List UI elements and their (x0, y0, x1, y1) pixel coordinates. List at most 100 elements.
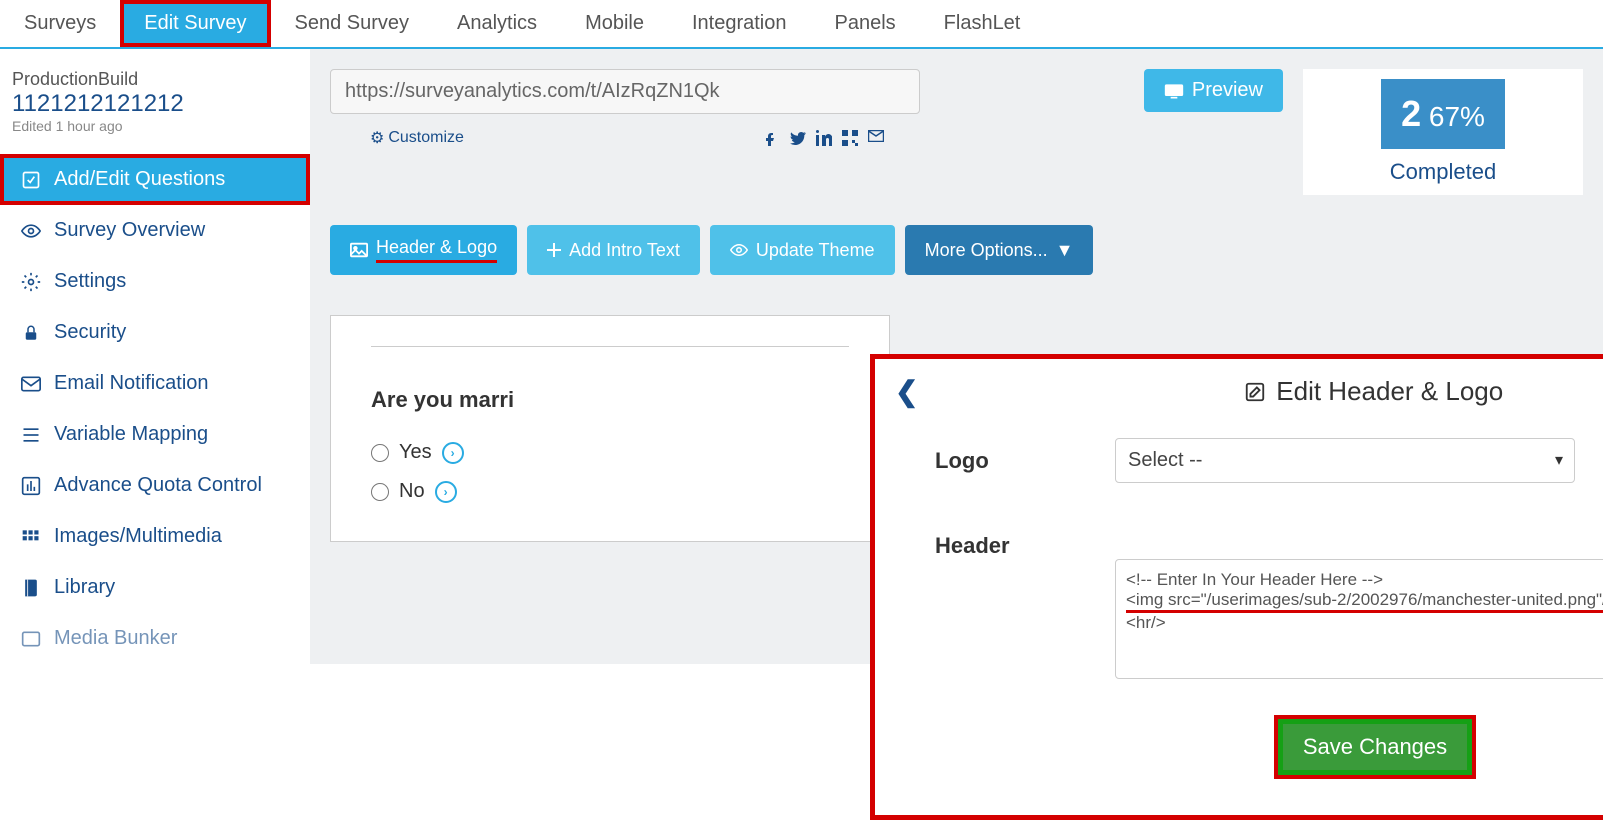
header-logo-button[interactable]: Header & Logo (330, 225, 517, 275)
sidebar-item-images-multimedia[interactable]: Images/Multimedia (0, 511, 310, 562)
more-options-label: More Options... (925, 240, 1048, 261)
survey-url-field[interactable]: https://surveyanalytics.com/t/AIzRqZN1Qk (330, 69, 920, 114)
sidebar-item-label: Library (54, 576, 115, 599)
option-label: Yes (399, 441, 432, 464)
tab-edit-survey[interactable]: Edit Survey (120, 0, 270, 47)
qr-icon[interactable] (842, 130, 858, 146)
grid-icon (20, 528, 42, 546)
sidebar-item-label: Add/Edit Questions (54, 168, 225, 191)
plus-icon (547, 243, 561, 257)
chart-icon (20, 476, 42, 496)
question-option[interactable]: Yes › (371, 433, 849, 472)
divider (371, 346, 849, 347)
linkedin-icon[interactable] (816, 130, 832, 146)
sidebar-item-variable-mapping[interactable]: Variable Mapping (0, 409, 310, 460)
media-icon (20, 630, 42, 648)
logo-select[interactable]: Select -- (1115, 438, 1575, 483)
lock-icon (20, 323, 42, 343)
update-theme-button[interactable]: Update Theme (710, 225, 895, 275)
sidebar-item-email-notification[interactable]: Email Notification (0, 358, 310, 409)
add-intro-text-button[interactable]: Add Intro Text (527, 225, 700, 275)
header-line: <img src="/userimages/sub-2/2002976/manc… (1126, 590, 1603, 613)
eye-icon (20, 224, 42, 238)
radio-yes[interactable] (371, 444, 389, 462)
sidebar-item-label: Variable Mapping (54, 423, 208, 446)
action-row: Header & Logo Add Intro Text Update Them… (330, 225, 1583, 275)
sidebar-item-security[interactable]: Security (0, 307, 310, 358)
tab-mobile[interactable]: Mobile (561, 0, 668, 47)
edit-header-logo-modal: ❮ Edit Header & Logo ? Logo Select -- (870, 354, 1603, 820)
top-navigation: Surveys Edit Survey Send Survey Analytic… (0, 0, 1603, 49)
sidebar-item-label: Email Notification (54, 372, 209, 395)
side-navigation: Add/Edit Questions Survey Overview Setti… (12, 154, 298, 664)
more-options-button[interactable]: More Options... ▼ (905, 225, 1094, 275)
sidebar-item-media-bunker[interactable]: Media Bunker (0, 613, 310, 664)
sidebar: ProductionBuild 1121212121212 Edited 1 h… (0, 49, 310, 664)
sidebar-item-label: Survey Overview (54, 219, 205, 242)
eye-icon (730, 243, 748, 257)
question-option[interactable]: No › (371, 472, 849, 511)
survey-meta: ProductionBuild 1121212121212 Edited 1 h… (12, 69, 298, 134)
sidebar-item-label: Settings (54, 270, 126, 293)
survey-edited: Edited 1 hour ago (12, 118, 298, 134)
header-line: <hr/> (1126, 613, 1166, 632)
survey-name: ProductionBuild (12, 69, 298, 90)
tab-integration[interactable]: Integration (668, 0, 811, 47)
preview-button[interactable]: Preview (1144, 69, 1283, 112)
gear-icon (20, 272, 42, 292)
customize-label: Customize (388, 129, 464, 147)
rich-text-toolbar: B I U (1115, 523, 1603, 553)
sidebar-item-settings[interactable]: Settings (0, 256, 310, 307)
social-icons (764, 130, 884, 146)
facebook-icon[interactable] (764, 130, 780, 146)
twitter-icon[interactable] (790, 130, 806, 146)
list-icon (20, 426, 42, 444)
content-area: https://surveyanalytics.com/t/AIzRqZN1Qk… (310, 49, 1603, 664)
preview-label: Preview (1192, 79, 1263, 102)
image-icon (350, 242, 368, 258)
sidebar-item-label: Security (54, 321, 126, 344)
monitor-icon (1164, 83, 1184, 99)
update-theme-label: Update Theme (756, 240, 875, 261)
envelope-icon (20, 376, 42, 392)
book-icon (20, 578, 42, 598)
header-textarea[interactable]: <!-- Enter In Your Header Here --> <img … (1115, 559, 1603, 679)
save-changes-button[interactable]: Save Changes (1278, 719, 1472, 775)
tab-flashlet[interactable]: FlashLet (920, 0, 1045, 47)
question-text: Are you marri (371, 387, 849, 413)
header-label: Header (935, 523, 1115, 559)
sidebar-item-survey-overview[interactable]: Survey Overview (0, 205, 310, 256)
tab-analytics[interactable]: Analytics (433, 0, 561, 47)
question-panel: Are you marri Yes › No › (330, 315, 890, 542)
header-line: <!-- Enter In Your Header Here --> (1126, 570, 1603, 590)
sidebar-item-label: Images/Multimedia (54, 525, 222, 548)
edit-icon (1244, 381, 1266, 403)
logo-label: Logo (935, 438, 1115, 474)
completed-widget: 2 67% Completed (1303, 69, 1583, 195)
radio-no[interactable] (371, 483, 389, 501)
arrow-right-icon[interactable]: › (435, 481, 457, 503)
customize-link[interactable]: ⚙ Customize (370, 128, 464, 148)
arrow-right-icon[interactable]: › (442, 442, 464, 464)
tab-surveys[interactable]: Surveys (0, 0, 120, 47)
modal-title: Edit Header & Logo (1244, 376, 1503, 407)
sidebar-item-add-edit-questions[interactable]: Add/Edit Questions (0, 154, 310, 205)
tab-send-survey[interactable]: Send Survey (271, 0, 434, 47)
gear-icon: ⚙ (370, 128, 384, 148)
envelope-icon[interactable] (868, 130, 884, 146)
edit-icon (20, 170, 42, 190)
back-button[interactable]: ❮ (895, 375, 918, 408)
sidebar-item-library[interactable]: Library (0, 562, 310, 613)
survey-id[interactable]: 1121212121212 (12, 90, 298, 118)
sidebar-item-label: Media Bunker (54, 627, 177, 650)
completed-label: Completed (1303, 159, 1583, 185)
chevron-down-icon: ▼ (1056, 240, 1074, 261)
add-intro-label: Add Intro Text (569, 240, 680, 261)
logo-select-wrap[interactable]: Select -- (1115, 438, 1575, 483)
sidebar-item-advance-quota[interactable]: Advance Quota Control (0, 460, 310, 511)
header-logo-label: Header & Logo (376, 237, 497, 263)
completed-count: 2 67% (1381, 79, 1505, 149)
sidebar-item-label: Advance Quota Control (54, 474, 262, 497)
option-label: No (399, 480, 425, 503)
tab-panels[interactable]: Panels (811, 0, 920, 47)
